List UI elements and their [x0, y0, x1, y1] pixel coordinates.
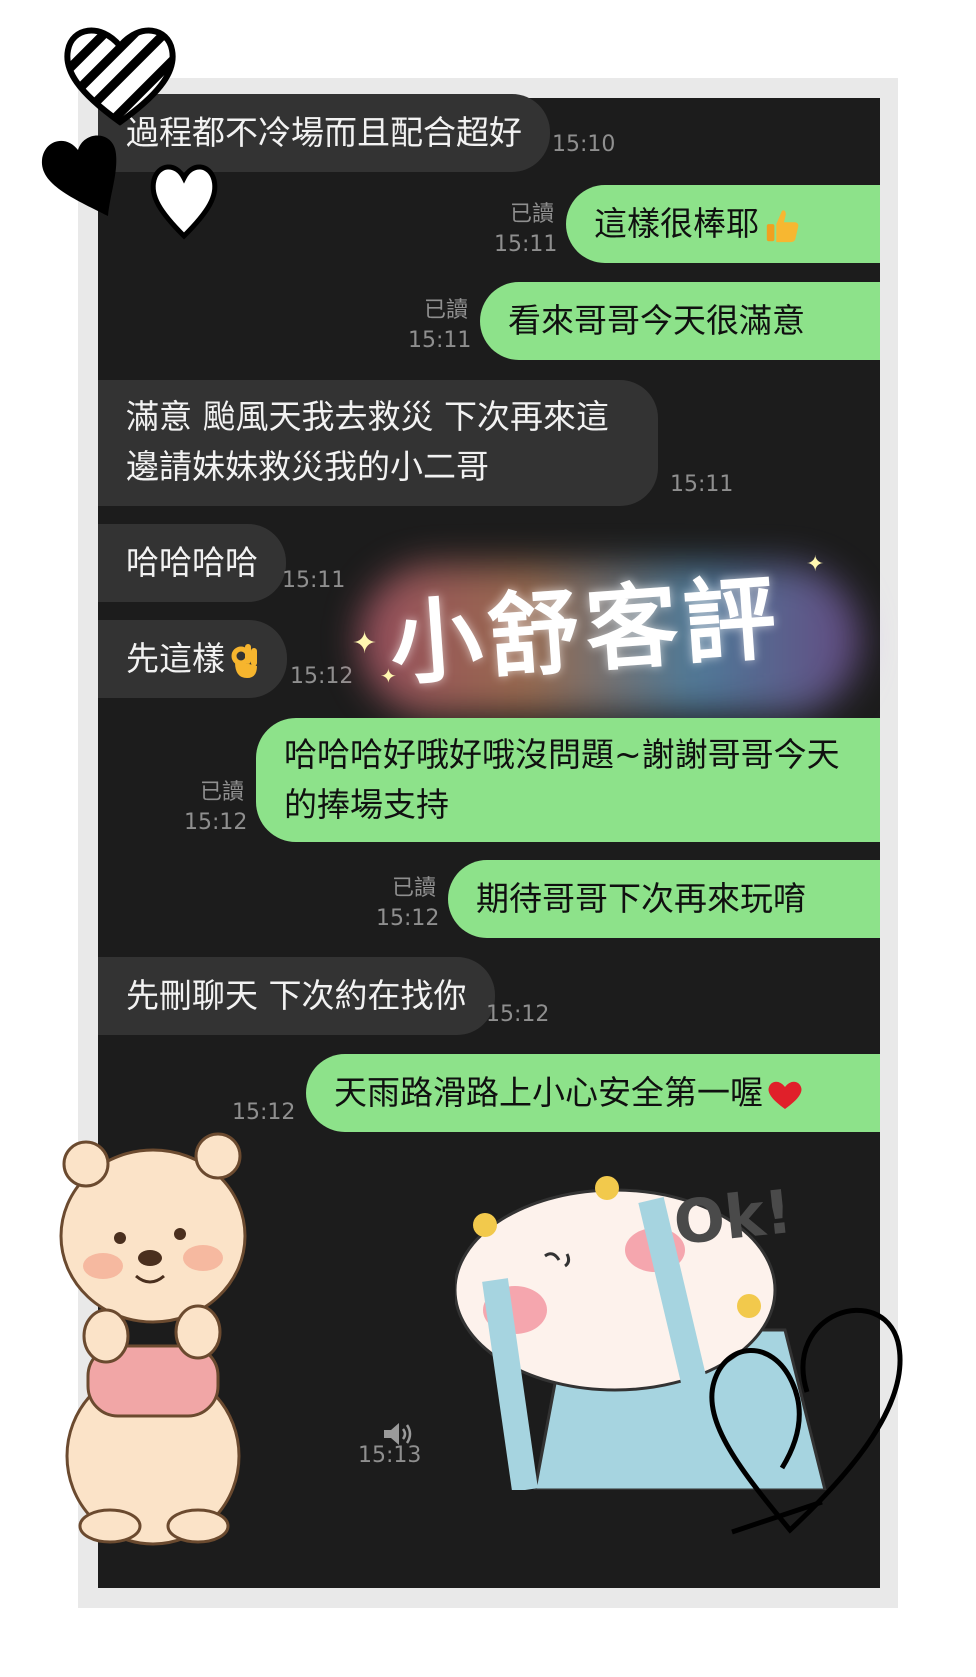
- message-time: 15:11: [494, 232, 558, 257]
- voice-time: 15:13: [358, 1443, 422, 1468]
- read-receipt: 已讀: [199, 780, 244, 805]
- message-incoming[interactable]: 哈哈哈哈: [98, 524, 286, 602]
- sparkle-icon: ✦: [352, 626, 378, 661]
- message-outgoing[interactable]: 天雨路滑路上小心安全第一喔: [306, 1054, 880, 1132]
- message-incoming[interactable]: 滿意 颱風天我去救災 下次再來這邊請妹妹救災我的小二哥: [98, 380, 658, 506]
- message-outgoing[interactable]: 這樣很棒耶: [566, 185, 880, 263]
- message-outgoing[interactable]: 哈哈哈好哦好哦沒問題~謝謝哥哥今天的捧場支持: [256, 718, 880, 842]
- ok-hand-icon: [231, 643, 257, 678]
- message-text: 這樣很棒耶: [594, 204, 759, 243]
- banner-overlay: 小舒客評: [360, 555, 880, 725]
- message-outgoing[interactable]: 看來哥哥今天很滿意: [480, 282, 880, 360]
- message-time: 15:12: [232, 1100, 296, 1125]
- bear-sticker: [59, 1132, 247, 1546]
- message-time: 15:12: [376, 906, 440, 931]
- message-text: 先這樣: [126, 639, 225, 678]
- message-text: 天雨路滑路上小心安全第一喔: [334, 1073, 763, 1112]
- message-text: 先刪聊天 下次約在找你: [126, 976, 467, 1015]
- message-time: 15:12: [290, 664, 354, 689]
- message-time: 15:11: [282, 568, 346, 593]
- white-heart-icon: [150, 164, 218, 240]
- message-text: 過程都不冷場而且配合超好: [126, 113, 522, 152]
- read-receipt: 已讀: [509, 202, 554, 227]
- message-text: 看來哥哥今天很滿意: [508, 301, 805, 340]
- sparkle-icon: ✦: [806, 552, 825, 577]
- message-time: 15:11: [670, 472, 734, 497]
- message-time: 15:12: [486, 1002, 550, 1027]
- message-incoming[interactable]: 先這樣: [98, 620, 287, 698]
- message-time: 15:11: [408, 328, 472, 353]
- red-heart-icon: [768, 1081, 802, 1109]
- message-time: 15:12: [184, 810, 248, 835]
- thumbs-up-icon: [766, 209, 799, 242]
- read-receipt: 已讀: [423, 298, 468, 323]
- message-outgoing[interactable]: 期待哥哥下次再來玩唷: [448, 860, 880, 938]
- message-incoming[interactable]: 先刪聊天 下次約在找你: [98, 957, 495, 1035]
- read-receipt: 已讀: [391, 876, 436, 901]
- outline-heart-icon: [709, 1307, 903, 1535]
- message-text: 哈哈哈哈: [126, 543, 258, 582]
- message-text: 哈哈哈好哦好哦沒問題~謝謝哥哥今天的捧場支持: [284, 735, 840, 824]
- message-time: 15:10: [552, 132, 616, 157]
- sparkle-icon: ✦: [380, 664, 397, 688]
- striped-heart-icon: [64, 27, 176, 126]
- black-heart-icon: [41, 135, 117, 216]
- sticker-ok-text: Ok!: [671, 1177, 796, 1259]
- message-text: 滿意 颱風天我去救災 下次再來這邊請妹妹救災我的小二哥: [126, 397, 609, 486]
- message-text: 期待哥哥下次再來玩唷: [476, 879, 806, 918]
